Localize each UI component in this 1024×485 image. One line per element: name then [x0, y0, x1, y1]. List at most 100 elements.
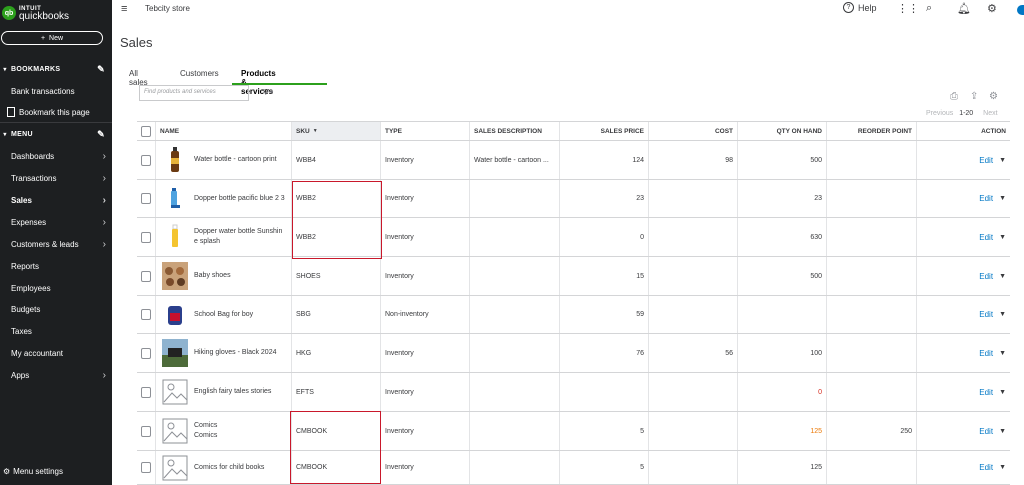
cost-cell [649, 257, 738, 295]
row-checkbox[interactable] [141, 309, 151, 320]
caret-down-icon[interactable]: ▼ [999, 389, 1006, 396]
sidebar-item-taxes[interactable]: Taxes [0, 322, 112, 340]
edit-label: Edit [979, 271, 994, 281]
price-cell: 0 [560, 218, 649, 256]
search-input[interactable]: Find products and services [139, 85, 249, 101]
export-icon[interactable]: ⇪ [970, 91, 978, 102]
sidebar-item-bank-transactions[interactable]: Bank transactions [0, 82, 112, 100]
table-header-row: NAME SKU ▼ TYPE SALES DESCRIPTION SALES P… [137, 121, 1010, 141]
sidebar-item-dashboards[interactable]: Dashboards › [0, 147, 112, 165]
menu-settings[interactable]: ⚙ Menu settings [3, 467, 63, 476]
edit-button[interactable]: Edit ▼ [979, 349, 1006, 358]
price-cell: 59 [560, 296, 649, 333]
edit-button[interactable]: Edit ▼ [979, 463, 1006, 472]
notifications-bell-icon[interactable]: 🔔︎ [957, 2, 971, 15]
sidebar-item-transactions[interactable]: Transactions › [0, 169, 112, 187]
product-name[interactable]: Comics Comics [194, 421, 217, 441]
edit-button[interactable]: Edit ▼ [979, 233, 1006, 242]
row-checkbox[interactable] [141, 231, 151, 243]
reorder-cell [827, 296, 917, 333]
edit-menu-pencil-icon[interactable]: ✎ [97, 129, 105, 140]
edit-button[interactable]: Edit ▼ [979, 194, 1006, 203]
bookmarks-section-header[interactable]: ▾ BOOKMARKS ✎ [0, 61, 112, 77]
menu-label: MENU [11, 130, 33, 138]
table-settings-gear-icon[interactable]: ⚙ [989, 91, 998, 102]
sidebar-item-customers-leads[interactable]: Customers & leads › [0, 235, 112, 253]
product-name[interactable]: School Bag for boy [194, 310, 253, 320]
desc-cell [470, 373, 560, 411]
product-name[interactable]: Hiking gloves - Black 2024 [194, 348, 277, 358]
avatar[interactable] [1017, 5, 1024, 15]
row-checkbox[interactable] [141, 462, 151, 473]
col-header-qty-on-hand[interactable]: QTY ON HAND [738, 122, 827, 140]
row-checkbox[interactable] [141, 270, 151, 282]
action-cell: Edit ▼ [917, 218, 1010, 256]
col-header-cost[interactable]: COST [649, 122, 738, 140]
product-thumbnail-image [162, 454, 188, 482]
caret-down-icon[interactable]: ▼ [999, 195, 1006, 202]
search-icon[interactable]: ⌕ [926, 2, 932, 15]
reorder-cell [827, 334, 917, 372]
caret-down-icon[interactable]: ▼ [999, 234, 1006, 241]
col-header-type[interactable]: TYPE [381, 122, 470, 140]
quickbooks-logo[interactable]: qb INTUIT quickbooks [2, 2, 69, 24]
action-cell: Edit ▼ [917, 373, 1010, 411]
pager-next[interactable]: Next [983, 110, 997, 117]
highlight-box-wbb2 [292, 181, 382, 259]
product-name[interactable]: Baby shoes [194, 271, 231, 281]
bookmark-this-page[interactable]: Bookmark this page [0, 103, 112, 121]
edit-button[interactable]: Edit ▼ [979, 388, 1006, 397]
product-name[interactable]: Comics for child books [194, 463, 264, 473]
sidebar-item-apps[interactable]: Apps › [0, 366, 112, 384]
row-checkbox[interactable] [141, 386, 151, 398]
product-name[interactable]: Dopper water bottle Sunshin e splash [194, 227, 287, 247]
col-header-sales-price[interactable]: SALES PRICE [560, 122, 649, 140]
type-value: Inventory [385, 195, 414, 202]
sidebar-item-sales[interactable]: Sales › [0, 191, 112, 209]
sidebar-item-reports[interactable]: Reports [0, 257, 112, 275]
sidebar-item-budgets[interactable]: Budgets [0, 300, 112, 318]
edit-button[interactable]: Edit ▼ [979, 310, 1006, 319]
col-header-sales-description[interactable]: SALES DESCRIPTION [470, 122, 560, 140]
edit-button[interactable]: Edit ▼ [979, 272, 1006, 281]
caret-down-icon[interactable]: ▼ [999, 273, 1006, 280]
edit-label: Edit [979, 194, 994, 203]
edit-button[interactable]: Edit ▼ [979, 156, 1006, 165]
row-checkbox[interactable] [141, 193, 151, 204]
cost-value: 98 [725, 156, 733, 164]
sidebar-item-employees[interactable]: Employees [0, 279, 112, 297]
desc-cell [470, 296, 560, 333]
help-button[interactable]: ? Help [843, 2, 877, 13]
print-icon[interactable]: ⎙ [950, 91, 958, 102]
tab-customers[interactable]: Customers [180, 69, 219, 78]
collapse-menu-icon[interactable]: ≡ [121, 3, 127, 15]
caret-down-icon[interactable]: ▼ [999, 311, 1006, 318]
sidebar-item-expenses[interactable]: Expenses › [0, 213, 112, 231]
row-checkbox[interactable] [141, 347, 151, 359]
filter-funnel-icon[interactable]: ⛛▾ [262, 87, 273, 98]
caret-down-icon[interactable]: ▼ [999, 428, 1006, 435]
edit-button[interactable]: Edit ▼ [979, 427, 1006, 436]
pager-previous[interactable]: Previous [926, 110, 953, 117]
caret-down-icon[interactable]: ▼ [999, 464, 1006, 471]
col-header-sku[interactable]: SKU ▼ [292, 122, 381, 140]
caret-down-icon[interactable]: ▼ [999, 350, 1006, 357]
row-checkbox[interactable] [141, 425, 151, 437]
caret-down-icon[interactable]: ▼ [999, 157, 1006, 164]
new-button[interactable]: + New [1, 31, 103, 45]
col-header-name[interactable]: NAME [156, 122, 292, 140]
sidebar-item-my-accountant[interactable]: My accountant [0, 344, 112, 362]
type-value: Inventory [385, 272, 414, 280]
product-name[interactable]: Water bottle - cartoon print [194, 155, 277, 165]
apps-grid-icon[interactable]: ⋮⋮ [897, 2, 919, 15]
product-thumbnail-image [162, 417, 188, 445]
menu-section-header[interactable]: ▾ MENU ✎ [0, 126, 112, 142]
row-checkbox[interactable] [141, 154, 151, 166]
settings-gear-icon[interactable]: ⚙ [987, 2, 997, 15]
select-all-checkbox[interactable] [141, 125, 151, 137]
product-name[interactable]: Dopper bottle pacific blue 2 3 [194, 194, 285, 204]
product-name[interactable]: English fairy tales stories [194, 387, 271, 397]
edit-bookmarks-pencil-icon[interactable]: ✎ [97, 64, 105, 75]
col-header-reorder-point[interactable]: REORDER POINT [827, 122, 917, 140]
col-header-sku-label: SKU [296, 127, 310, 135]
